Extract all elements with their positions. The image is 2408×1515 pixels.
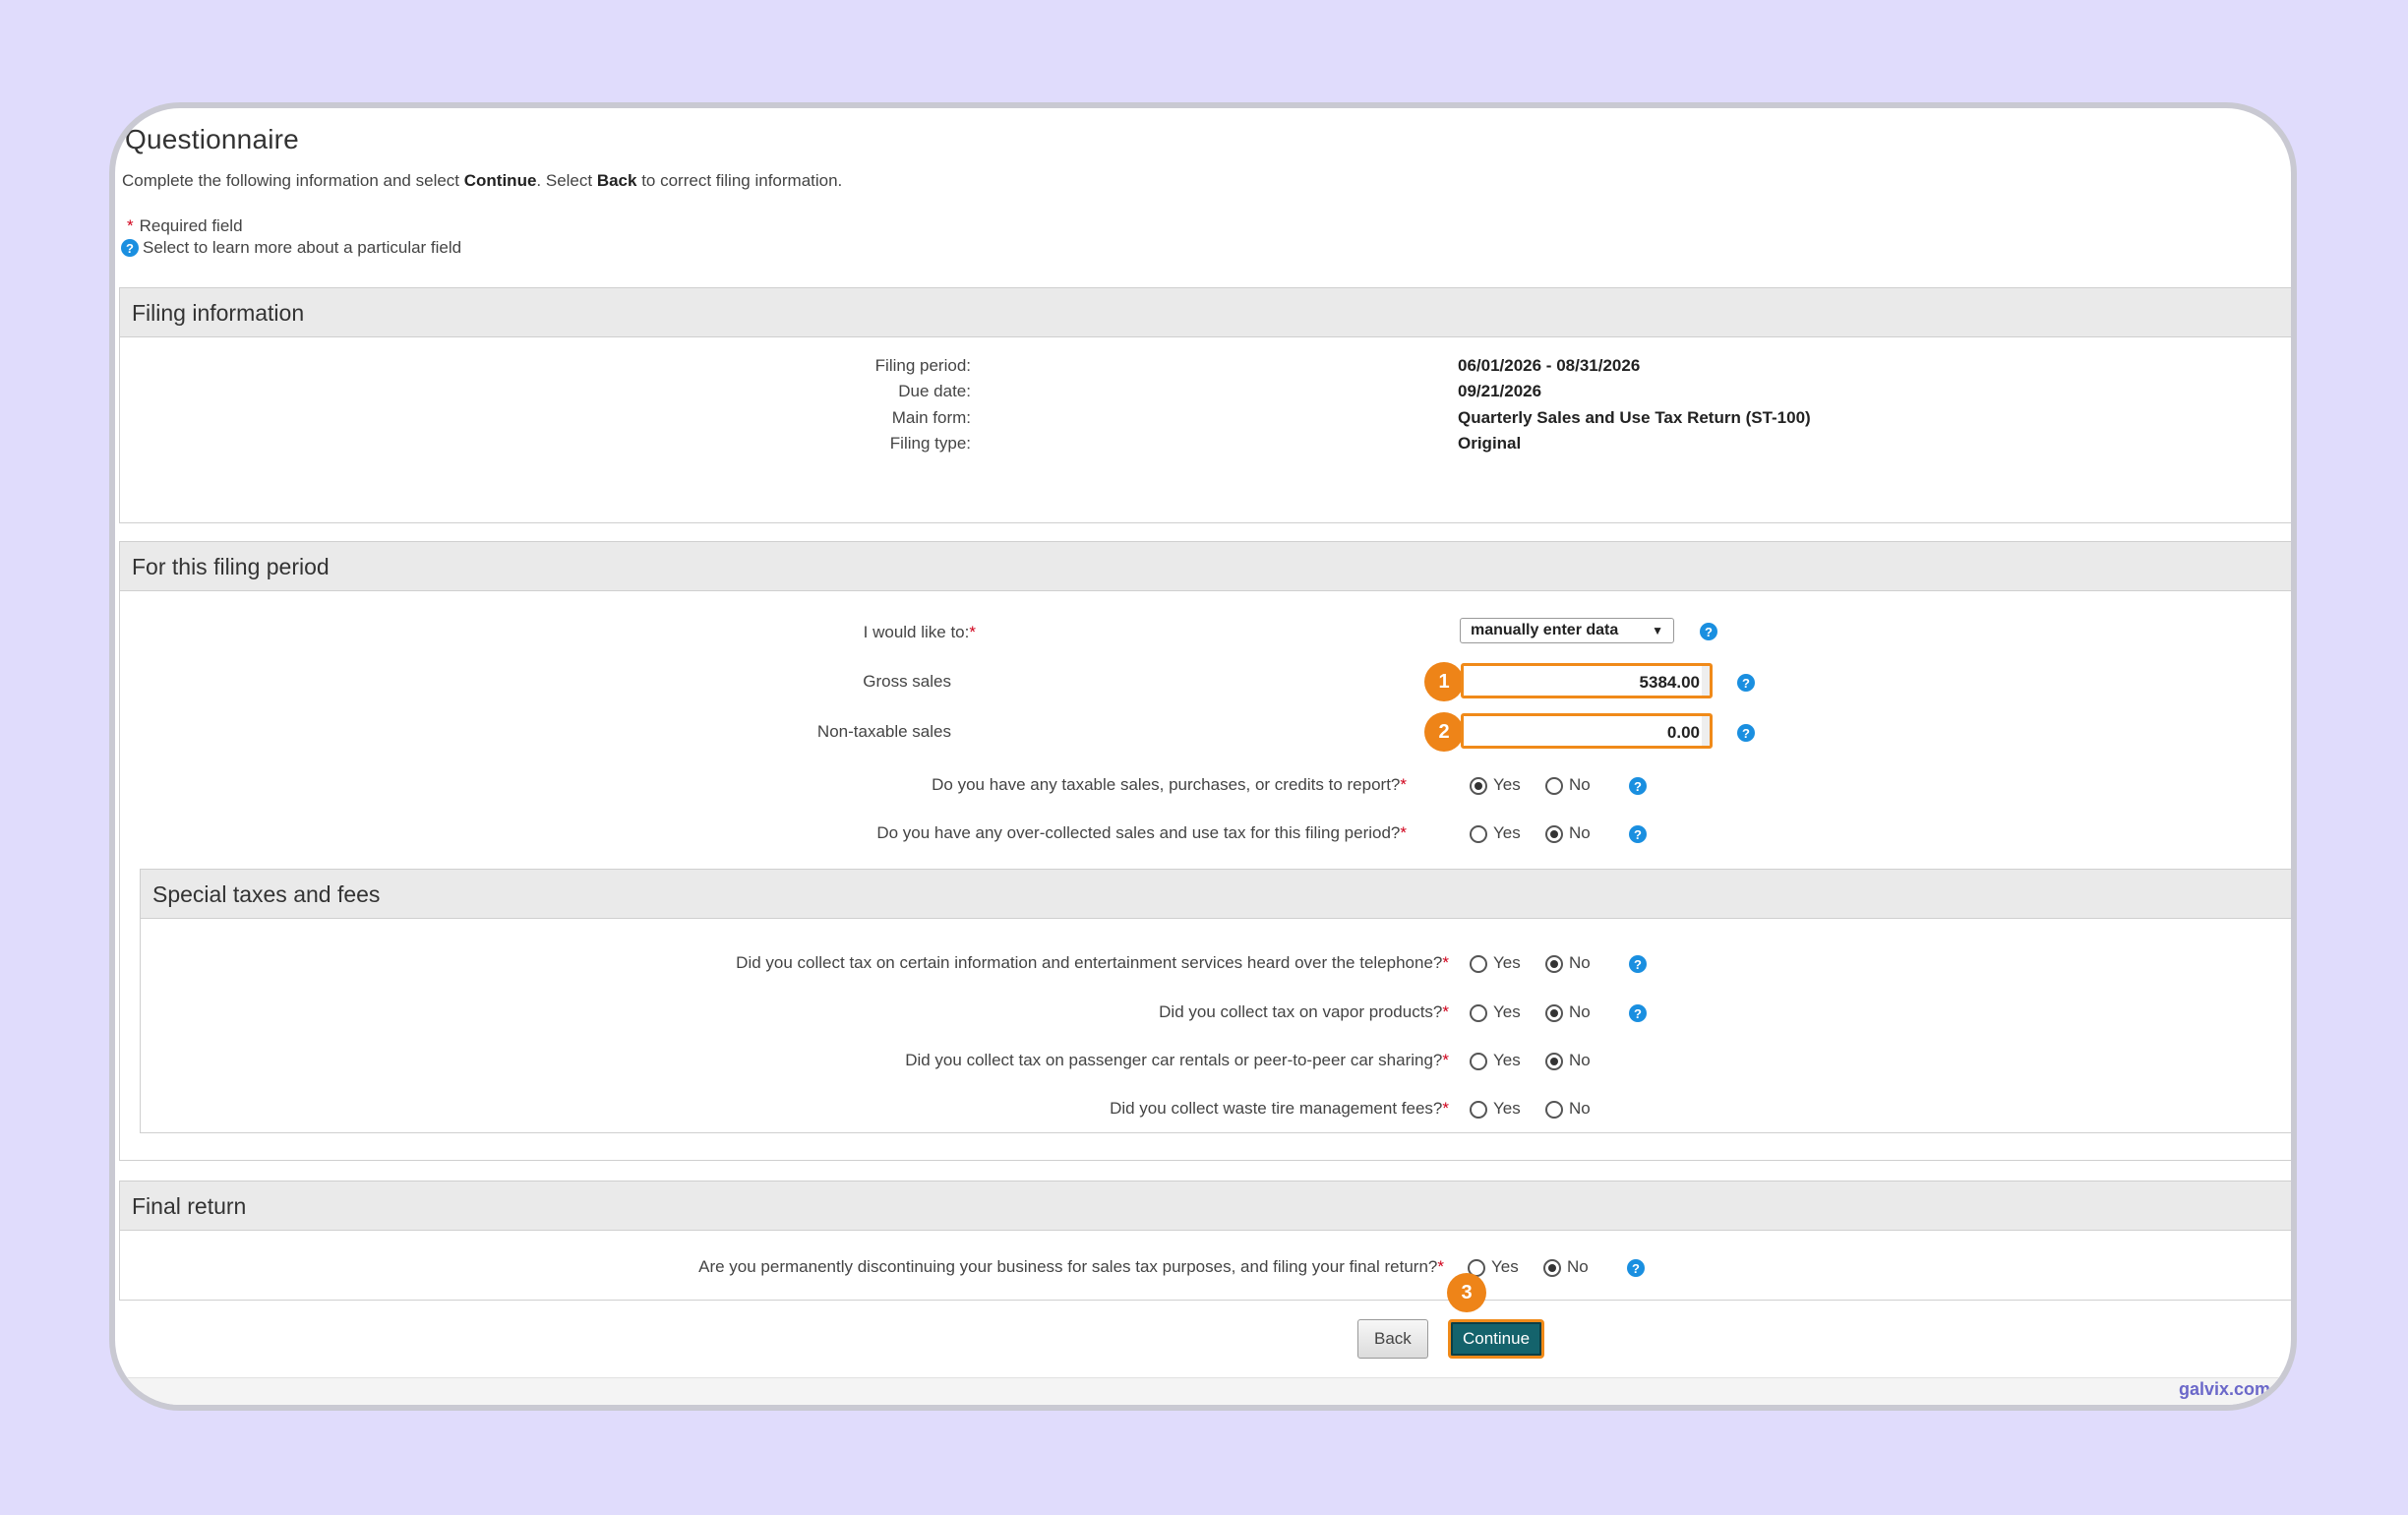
- car-rentals-question: Did you collect tax on passenger car ren…: [905, 1051, 1449, 1069]
- main-form-label: Main form:: [891, 408, 971, 427]
- help-icon[interactable]: ?: [1737, 724, 1755, 742]
- yes-label: Yes: [1493, 1002, 1521, 1021]
- final-return-section: Final return Are you permanently discont…: [119, 1181, 2291, 1301]
- chevron-down-icon: ▼: [1652, 624, 1663, 637]
- continue-button[interactable]: Continue: [1448, 1319, 1545, 1359]
- no-label: No: [1569, 953, 1591, 972]
- main-form-value: Quarterly Sales and Use Tax Return (ST-1…: [1458, 408, 1811, 427]
- waste-tire-no-radio[interactable]: [1545, 1101, 1563, 1119]
- no-label: No: [1567, 1257, 1589, 1276]
- filing-period-section: For this filing period I would like to:*…: [119, 541, 2291, 1244]
- required-legend: * Required field: [127, 216, 243, 235]
- help-icon[interactable]: ?: [1629, 777, 1647, 795]
- no-label: No: [1569, 1099, 1591, 1118]
- special-taxes-section: Special taxes and fees Did you collect t…: [140, 869, 2291, 1133]
- taxable-sales-question: Do you have any taxable sales, purchases…: [932, 775, 1407, 794]
- final-return-no-radio[interactable]: [1543, 1259, 1561, 1277]
- section-header: Filing information: [120, 288, 2291, 337]
- section-header: For this filing period: [120, 542, 2291, 591]
- entry-method-select[interactable]: manually enter data ▼: [1460, 618, 1674, 643]
- section-title: For this filing period: [132, 554, 330, 579]
- yes-label: Yes: [1493, 823, 1521, 842]
- telephone-services-question: Did you collect tax on certain informati…: [736, 953, 1449, 972]
- filing-type-value: Original: [1458, 434, 1522, 453]
- gross-sales-label: Gross sales: [863, 672, 951, 691]
- help-icon[interactable]: ?: [1629, 825, 1647, 843]
- required-star-icon: *: [127, 216, 134, 235]
- no-label: No: [1569, 775, 1591, 794]
- yes-label: Yes: [1491, 1257, 1519, 1276]
- vapor-products-yes-radio[interactable]: [1470, 1004, 1487, 1022]
- due-date-label: Due date:: [898, 382, 971, 400]
- help-icon[interactable]: ?: [1700, 623, 1717, 640]
- help-icon[interactable]: ?: [1627, 1259, 1645, 1277]
- yes-label: Yes: [1493, 1051, 1521, 1069]
- brand-watermark: galvix.com: [2179, 1379, 2271, 1399]
- car-rentals-yes-radio[interactable]: [1470, 1053, 1487, 1070]
- back-button[interactable]: Back: [1357, 1319, 1428, 1359]
- section-title: Final return: [132, 1193, 247, 1219]
- help-icon[interactable]: ?: [1629, 1004, 1647, 1022]
- page-footer-strip: [115, 1377, 2291, 1405]
- nontaxable-sales-input[interactable]: 0.00: [1461, 713, 1713, 749]
- due-date-value: 09/21/2026: [1458, 382, 1542, 400]
- section-header: Special taxes and fees: [141, 870, 2291, 919]
- section-header: Final return: [120, 1182, 2291, 1231]
- car-rentals-no-radio[interactable]: [1545, 1053, 1563, 1070]
- vapor-products-no-radio[interactable]: [1545, 1004, 1563, 1022]
- no-label: No: [1569, 1002, 1591, 1021]
- telephone-services-yes-radio[interactable]: [1470, 955, 1487, 973]
- questionnaire-page: Questionnaire Complete the following inf…: [115, 108, 2291, 1405]
- step-badge-1: 1: [1424, 662, 1464, 701]
- help-icon: ?: [121, 239, 139, 257]
- section-title: Filing information: [132, 300, 305, 326]
- taxable-sales-yes-radio[interactable]: [1470, 777, 1487, 795]
- section-title: Special taxes and fees: [152, 881, 381, 907]
- telephone-services-no-radio[interactable]: [1545, 955, 1563, 973]
- over-collected-yes-radio[interactable]: [1470, 825, 1487, 843]
- over-collected-no-radio[interactable]: [1545, 825, 1563, 843]
- yes-label: Yes: [1493, 775, 1521, 794]
- waste-tire-question: Did you collect waste tire management fe…: [1110, 1099, 1449, 1118]
- final-return-question: Are you permanently discontinuing your b…: [698, 1257, 1444, 1276]
- page-title: Questionnaire: [125, 124, 299, 154]
- over-collected-question: Do you have any over-collected sales and…: [876, 823, 1407, 842]
- nontaxable-sales-label: Non-taxable sales: [816, 722, 951, 741]
- yes-label: Yes: [1493, 1099, 1521, 1118]
- taxable-sales-no-radio[interactable]: [1545, 777, 1563, 795]
- filing-period-value: 06/01/2026 - 08/31/2026: [1458, 356, 1641, 375]
- no-label: No: [1569, 823, 1591, 842]
- browser-frame: Questionnaire Complete the following inf…: [109, 102, 2297, 1411]
- step-badge-2: 2: [1424, 712, 1464, 752]
- yes-label: Yes: [1493, 953, 1521, 972]
- filing-information-section: Filing information Filing period: 06/01/…: [119, 287, 2291, 523]
- gross-sales-input[interactable]: 5384.00: [1461, 663, 1713, 698]
- help-legend: ? Select to learn more about a particular…: [121, 238, 461, 258]
- intro-text: Complete the following information and s…: [122, 171, 843, 190]
- help-icon[interactable]: ?: [1629, 955, 1647, 973]
- no-label: No: [1569, 1051, 1591, 1069]
- vapor-products-question: Did you collect tax on vapor products?*: [1159, 1002, 1449, 1021]
- waste-tire-yes-radio[interactable]: [1470, 1101, 1487, 1119]
- filing-period-label: Filing period:: [874, 356, 971, 375]
- would-like-label: I would like to:*: [863, 623, 976, 641]
- filing-type-label: Filing type:: [889, 434, 971, 453]
- help-icon[interactable]: ?: [1737, 674, 1755, 692]
- step-badge-3: 3: [1447, 1273, 1486, 1312]
